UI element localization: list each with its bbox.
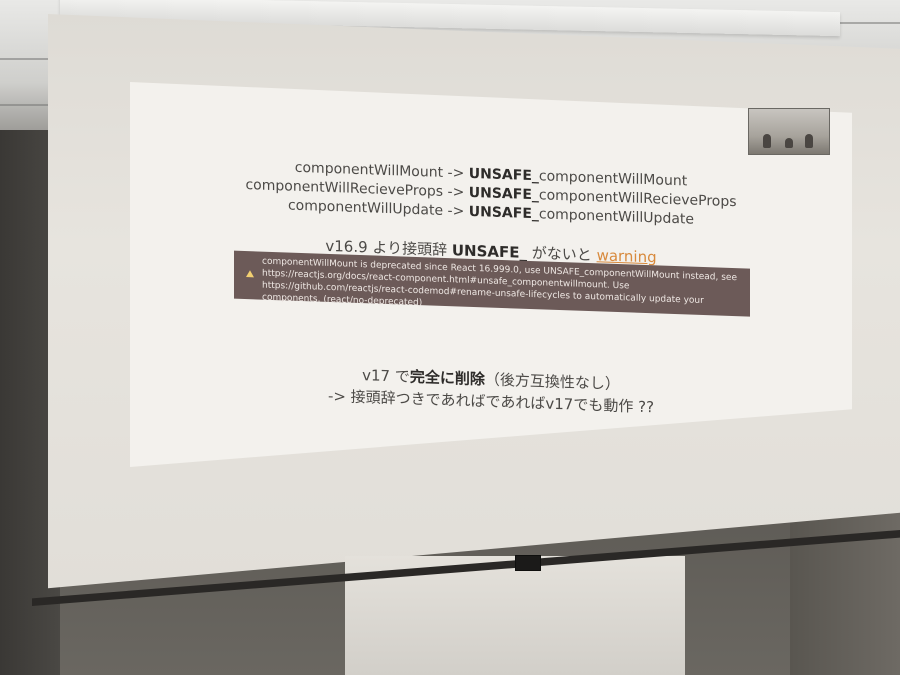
person-figure <box>785 138 793 148</box>
rename-from: componentWillMount -> <box>294 159 469 182</box>
rename-prefix: UNSAFE_ <box>468 184 539 204</box>
v17-note: （後方互換性なし） <box>484 370 620 394</box>
person-figure <box>805 134 813 148</box>
slide-content: componentWillMount -> UNSAFE_componentWi… <box>130 82 852 492</box>
rename-prefix: UNSAFE_ <box>468 203 539 223</box>
rename-to: componentWillMount <box>538 168 688 190</box>
webcam-thumbnail <box>748 108 830 155</box>
v17-text: v17 で <box>362 366 410 386</box>
rename-prefix: UNSAFE_ <box>468 165 539 185</box>
rename-from: componentWillUpdate -> <box>287 197 469 220</box>
rename-to: componentWillUpdate <box>538 206 695 228</box>
screen-pull-tab <box>515 555 541 571</box>
warning-icon <box>246 270 254 278</box>
v17-emphasis: 完全に削除 <box>409 367 485 389</box>
person-figure <box>763 134 771 148</box>
